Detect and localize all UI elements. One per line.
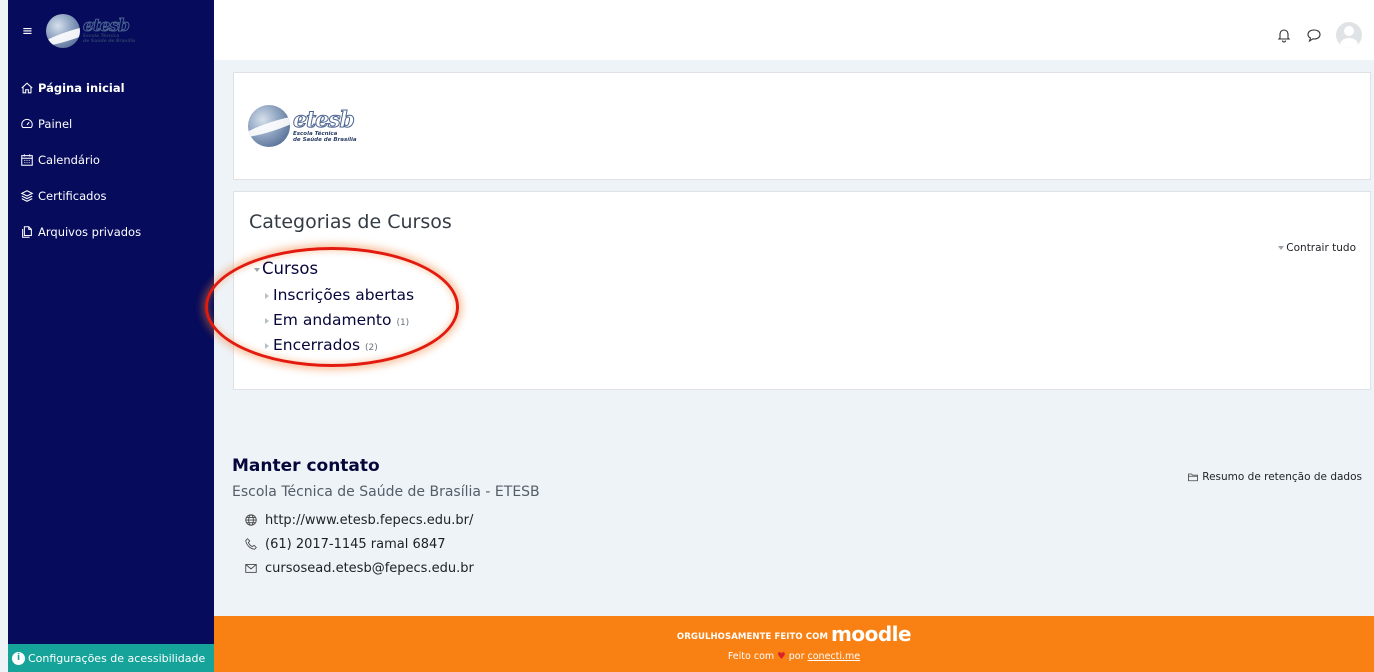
sidebar-item-label: Calendário	[38, 153, 100, 167]
accessibility-icon: i	[12, 651, 25, 665]
data-retention-link[interactable]: Resumo de retenção de dados	[1187, 471, 1362, 483]
moodle-logo[interactable]: moodle	[831, 624, 912, 644]
caret-down-icon	[1278, 246, 1285, 250]
sidebar-header: ≡ etesb Escola Técnica de Saúde de Brasí…	[8, 0, 214, 62]
contact-email[interactable]: cursosead.etesb@fepecs.edu.br	[244, 556, 474, 580]
home-icon	[21, 82, 33, 94]
contact-organization: Escola Técnica de Saúde de Brasília - ET…	[232, 484, 540, 500]
categories-title: Categorias de Cursos	[249, 211, 452, 233]
accessibility-settings-button[interactable]: i Configurações de acessibilidade	[8, 644, 214, 672]
contact-phone: (61) 2017-1145 ramal 6847	[244, 532, 474, 556]
logo-subtitle-2: de Saúde de Brasília	[83, 38, 136, 44]
contact-website[interactable]: http://www.etesb.fepecs.edu.br/	[244, 508, 474, 532]
sidebar-item-calendar[interactable]: Calendário	[8, 142, 214, 178]
collapse-all-link[interactable]: Contrair tudo	[1278, 242, 1356, 254]
sidebar-item-certificates[interactable]: Certificados	[8, 178, 214, 214]
chat-bubble-icon[interactable]	[1306, 27, 1322, 43]
files-icon	[22, 226, 32, 238]
red-highlight-ellipse	[205, 247, 459, 367]
folder-icon	[1188, 473, 1199, 482]
heart-icon: ♥	[777, 651, 786, 662]
phone-text: (61) 2017-1145 ramal 6847	[265, 536, 446, 552]
collapse-all-label: Contrair tudo	[1286, 242, 1356, 254]
sidebar-nav: Página inicial Painel Calendário Certifi…	[8, 62, 214, 250]
globe-icon	[245, 514, 257, 526]
top-navbar	[214, 0, 1374, 60]
accessibility-label: Configurações de acessibilidade	[28, 651, 206, 665]
sidebar-item-label: Arquivos privados	[38, 225, 142, 239]
sidebar-item-home[interactable]: Página inicial	[8, 70, 214, 106]
contact-title: Manter contato	[232, 456, 380, 476]
retention-label[interactable]: Resumo de retenção de dados	[1202, 471, 1362, 483]
etesb-logo: etesb Escola Técnica de Saúde de Brasíli…	[248, 105, 357, 147]
envelope-icon	[245, 564, 257, 573]
page-footer: ORGULHOSAMENTE FEITO COM moodle Feito co…	[214, 616, 1374, 672]
bell-icon[interactable]	[1276, 27, 1292, 43]
sidebar-item-label: Página inicial	[38, 81, 125, 95]
sidebar-item-dashboard[interactable]: Painel	[8, 106, 214, 142]
made-by-mid: por	[788, 651, 805, 662]
site-logo[interactable]: etesb Escola Técnica de Saúde de Brasíli…	[46, 14, 135, 48]
logo-subtitle-2: de Saúde de Brasília	[293, 137, 357, 143]
sidebar-drawer: ≡ etesb Escola Técnica de Saúde de Brasí…	[8, 0, 214, 672]
sidebar-item-label: Painel	[38, 117, 73, 131]
sidebar-item-private-files[interactable]: Arquivos privados	[8, 214, 214, 250]
sidebar-item-label: Certificados	[38, 189, 107, 203]
made-by-line: Feito com ♥ por conecti.me	[214, 651, 1374, 662]
globe-logo-icon	[248, 105, 290, 147]
phone-icon	[245, 538, 257, 550]
layers-icon	[20, 190, 34, 202]
logo-wordmark: etesb	[293, 106, 356, 133]
calendar-icon	[21, 154, 33, 166]
conecti-link[interactable]: conecti.me	[808, 651, 861, 662]
made-with-text: ORGULHOSAMENTE FEITO COM	[676, 632, 829, 642]
user-avatar[interactable]	[1336, 22, 1362, 48]
email-link[interactable]: cursosead.etesb@fepecs.edu.br	[265, 561, 474, 576]
contact-list: http://www.etesb.fepecs.edu.br/ (61) 201…	[244, 508, 474, 580]
site-logo-card: etesb Escola Técnica de Saúde de Brasíli…	[233, 72, 1371, 180]
logo-wordmark: etesb	[82, 15, 130, 36]
website-link[interactable]: http://www.etesb.fepecs.edu.br/	[265, 513, 473, 528]
globe-logo-icon	[46, 14, 80, 48]
made-by-prefix: Feito com	[727, 651, 775, 662]
hamburger-menu-icon[interactable]: ≡	[22, 25, 34, 38]
dashboard-icon	[21, 118, 33, 129]
